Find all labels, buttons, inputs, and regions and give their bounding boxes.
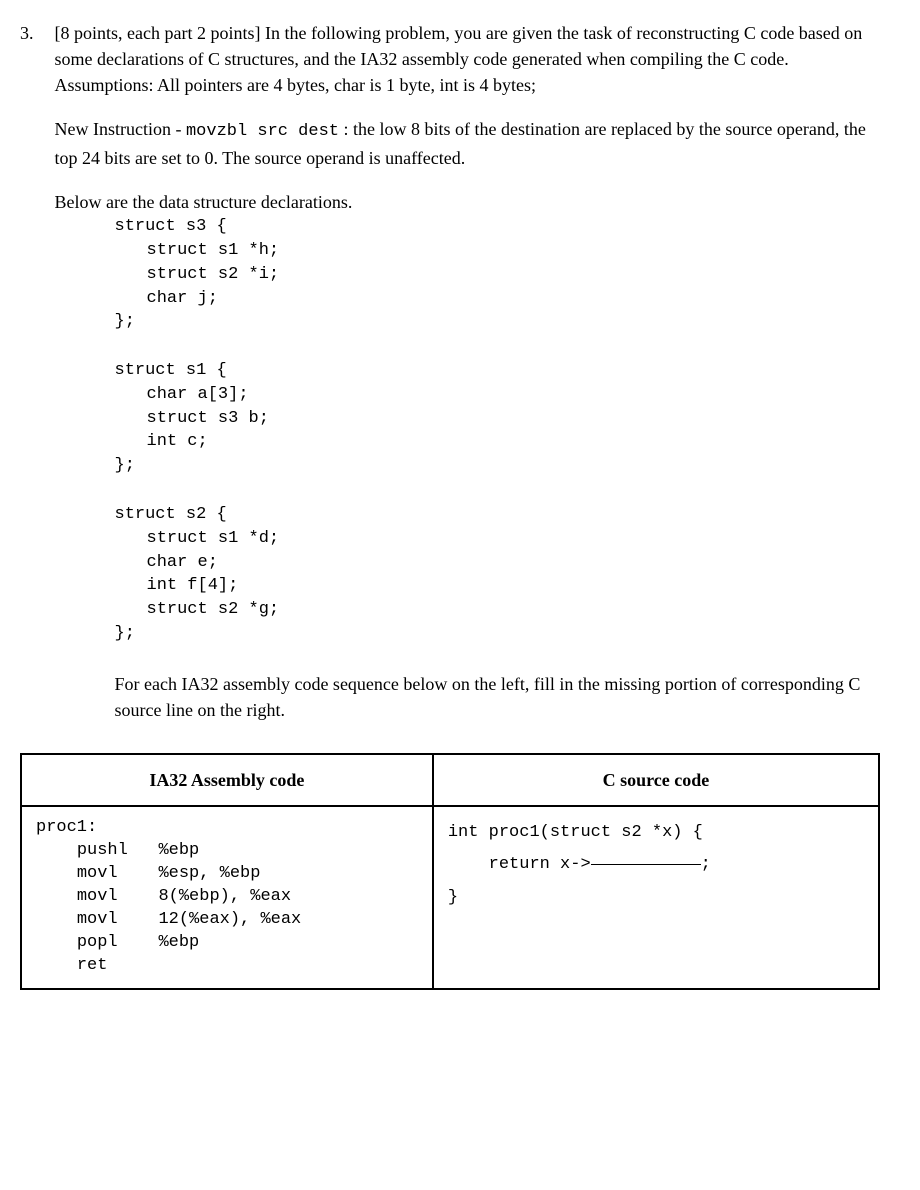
struct-s1-m1: char a[3];: [147, 383, 880, 407]
struct-s3-open: struct s3 {: [115, 215, 880, 239]
asm-code-block: proc1: pushl %ebp movl %esp, %ebp movl 8…: [36, 817, 418, 978]
new-instruction-label: New Instruction -: [55, 119, 186, 139]
question-number: 3.: [20, 20, 50, 46]
c-return-line: return x->;: [448, 849, 864, 881]
struct-s2-m2: char e;: [147, 551, 880, 575]
struct-s3-m3: char j;: [147, 287, 880, 311]
asm-l3-args: 8(%ebp), %eax: [158, 887, 291, 906]
asm-l3: movl 8(%ebp), %eax: [36, 886, 418, 909]
asm-l2-op: movl: [77, 864, 118, 883]
asm-label: proc1:: [36, 817, 418, 840]
struct-s2-m4: struct s2 *g;: [147, 598, 880, 622]
prompt-paragraph: [8 points, each part 2 points] In the fo…: [55, 20, 880, 98]
struct-s3-m1: struct s1 *h;: [147, 239, 880, 263]
struct-s3: struct s3 { struct s1 *h; struct s2 *i; …: [115, 215, 880, 334]
struct-s3-close: };: [115, 310, 880, 334]
header-asm: IA32 Assembly code: [21, 754, 433, 806]
asm-l2: movl %esp, %ebp: [36, 863, 418, 886]
struct-s1-close: };: [115, 454, 880, 478]
assumptions-text: Assumptions: All pointers are 4 bytes, c…: [55, 75, 536, 95]
c-code-block: int proc1(struct s2 *x) { return x->; }: [448, 817, 864, 914]
asm-l1-args: %ebp: [158, 841, 199, 860]
asm-l5-op: popl: [77, 933, 118, 952]
asm-l3-op: movl: [77, 887, 118, 906]
struct-s2-m3: int f[4];: [147, 574, 880, 598]
c-cell: int proc1(struct s2 *x) { return x->; }: [433, 806, 879, 989]
asm-l6: ret: [36, 955, 418, 978]
c-return-suffix: ;: [701, 855, 711, 874]
new-instruction-code: movzbl src dest: [186, 122, 339, 141]
asm-l1-op: pushl: [77, 841, 128, 860]
table-body-row: proc1: pushl %ebp movl %esp, %ebp movl 8…: [21, 806, 879, 989]
question-body: [8 points, each part 2 points] In the fo…: [55, 20, 880, 743]
instruction-paragraph: New Instruction - movzbl src dest : the …: [55, 116, 880, 171]
asm-l1: pushl %ebp: [36, 840, 418, 863]
struct-s2: struct s2 { struct s1 *d; char e; int f[…: [115, 503, 880, 646]
asm-l5-args: %ebp: [158, 933, 199, 952]
fill-blank[interactable]: [591, 864, 701, 865]
code-table-container: IA32 Assembly code C source code proc1: …: [20, 753, 880, 990]
struct-s1-m3: int c;: [147, 430, 880, 454]
question-container: 3. [8 points, each part 2 points] In the…: [20, 20, 880, 743]
fill-instruction: For each IA32 assembly code sequence bel…: [115, 671, 880, 723]
asm-cell: proc1: pushl %ebp movl %esp, %ebp movl 8…: [21, 806, 433, 989]
struct-s3-m2: struct s2 *i;: [147, 263, 880, 287]
asm-l5: popl %ebp: [36, 932, 418, 955]
struct-s2-close: };: [115, 622, 880, 646]
asm-l6-op: ret: [77, 956, 108, 975]
asm-l4-args: 12(%eax), %eax: [158, 910, 301, 929]
asm-l4-op: movl: [77, 910, 118, 929]
c-signature: int proc1(struct s2 *x) {: [448, 817, 864, 849]
header-c: C source code: [433, 754, 879, 806]
struct-s2-open: struct s2 {: [115, 503, 880, 527]
struct-s1-m2: struct s3 b;: [147, 407, 880, 431]
table-header-row: IA32 Assembly code C source code: [21, 754, 879, 806]
c-close: }: [448, 882, 864, 914]
asm-l2-args: %esp, %ebp: [158, 864, 260, 883]
struct-s1: struct s1 { char a[3]; struct s3 b; int …: [115, 359, 880, 478]
c-return-prefix: return x->: [489, 855, 591, 874]
code-table: IA32 Assembly code C source code proc1: …: [20, 753, 880, 990]
struct-s2-m1: struct s1 *d;: [147, 527, 880, 551]
prompt-text: [8 points, each part 2 points] In the fo…: [55, 23, 863, 69]
struct-s1-open: struct s1 {: [115, 359, 880, 383]
declarations-intro: Below are the data structure declaration…: [55, 189, 880, 215]
asm-l4: movl 12(%eax), %eax: [36, 909, 418, 932]
